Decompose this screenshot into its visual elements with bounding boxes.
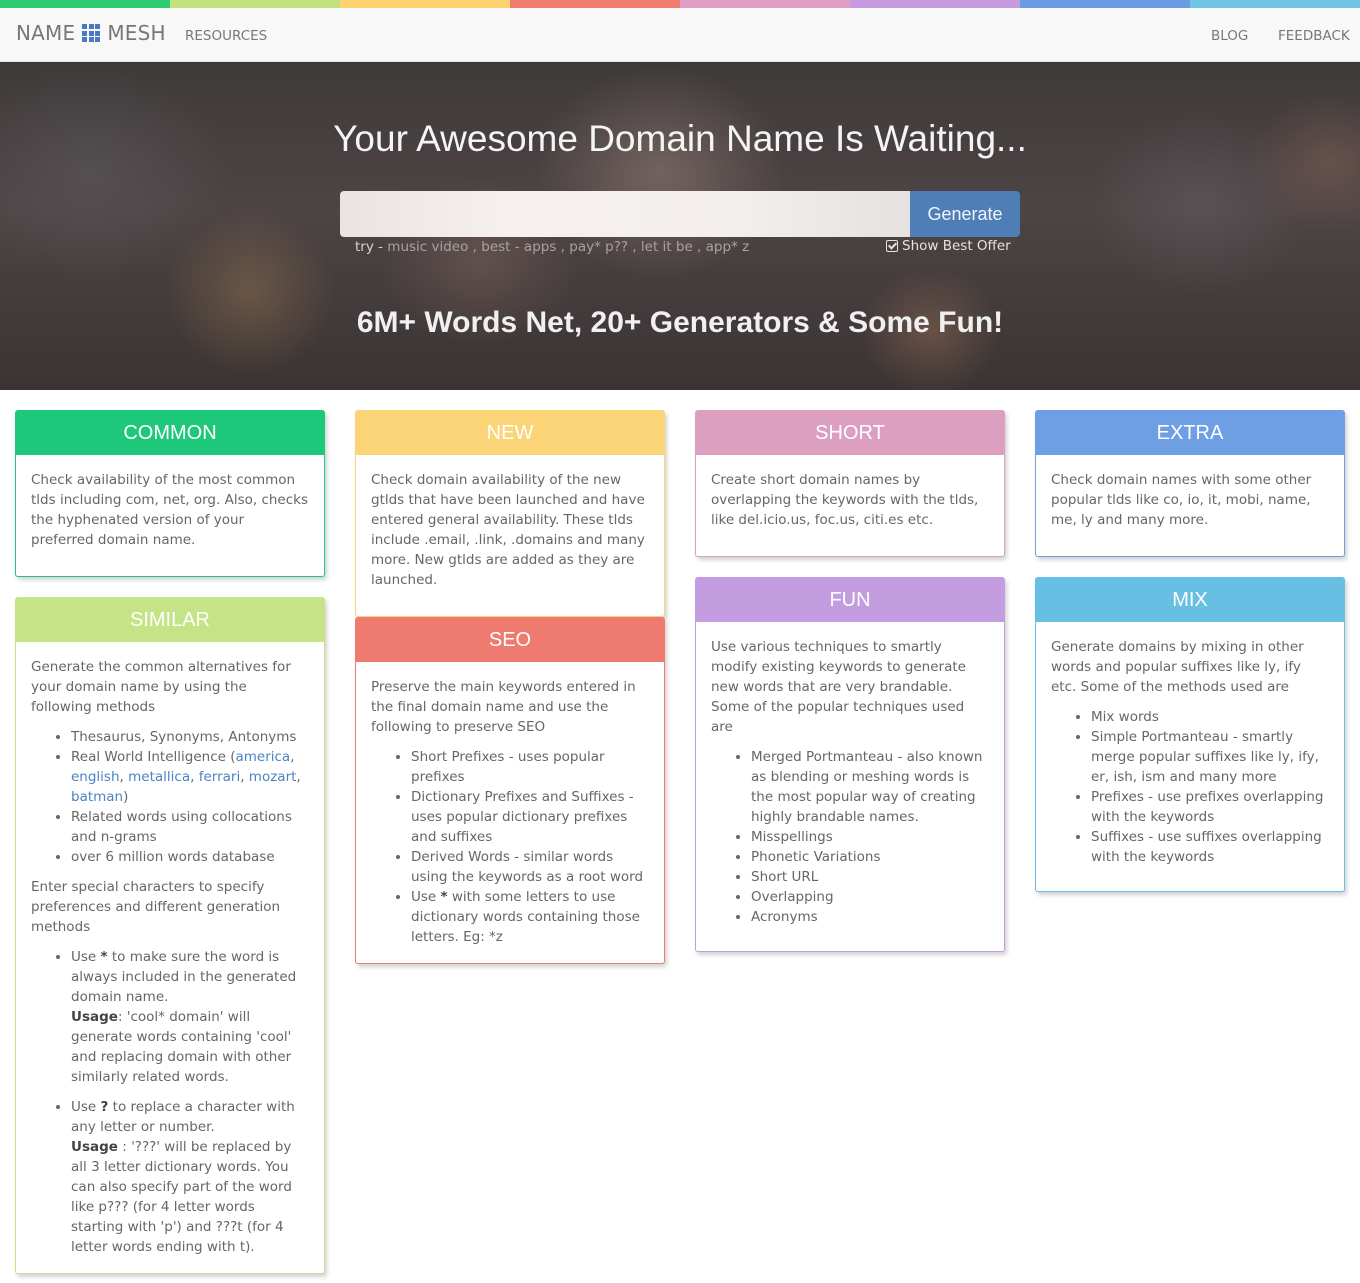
example-link-ferrari[interactable]: ferrari	[199, 769, 241, 785]
list-item: Short Prefixes - uses popular prefixes	[411, 747, 648, 787]
strip-segment	[510, 0, 680, 8]
card-common-title[interactable]: COMMON	[16, 411, 324, 455]
try-examples: try - music video , best - apps , pay* p…	[355, 239, 750, 255]
list-item: Use * with some letters to use dictionar…	[411, 887, 648, 947]
nav-link-resources[interactable]: RESOURCES	[185, 28, 267, 44]
nav-link-blog[interactable]: BLOG	[1211, 28, 1248, 44]
list-item: Overlapping	[751, 887, 988, 907]
list-item: Use * to make sure the word is always in…	[71, 947, 308, 1087]
card-new-title[interactable]: NEW	[356, 411, 664, 455]
try-example-link[interactable]: pay* p??	[569, 239, 628, 255]
card-extra-title[interactable]: EXTRA	[1036, 411, 1344, 455]
example-link-metallica[interactable]: metallica	[128, 769, 190, 785]
list-item: Simple Portmanteau - smartly merge popul…	[1091, 727, 1328, 787]
list-item: over 6 million words database	[71, 847, 308, 867]
strip-segment	[0, 0, 170, 8]
card-similar-list: Thesaurus, Synonyms, Antonyms Real World…	[31, 727, 308, 867]
grid-icon	[82, 24, 101, 42]
list-item: Prefixes - use prefixes overlapping with…	[1091, 787, 1328, 827]
card-mix-title[interactable]: MIX	[1036, 578, 1344, 622]
card-seo-intro: Preserve the main keywords entered in th…	[371, 679, 636, 735]
card-fun-title[interactable]: FUN	[696, 578, 1004, 622]
hero-title: Your Awesome Domain Name Is Waiting...	[333, 118, 1027, 159]
brand-logo[interactable]: NAME MESH	[16, 21, 166, 45]
show-best-offer-toggle[interactable]: Show Best Offer	[886, 238, 1011, 254]
list-item: Use ? to replace a character with any le…	[71, 1097, 308, 1257]
generate-button[interactable]: Generate	[910, 191, 1020, 237]
try-label: try -	[355, 239, 388, 255]
card-extra-text: Check domain names with some other popul…	[1051, 472, 1312, 528]
navbar: NAME MESH RESOURCES BLOG FEEDBACK	[0, 8, 1360, 62]
show-best-offer-label: Show Best Offer	[902, 238, 1011, 254]
card-seo: SEO Preserve the main keywords entered i…	[355, 617, 665, 964]
list-item: Related words using collocations and n-g…	[71, 807, 308, 847]
strip-segment	[1190, 0, 1360, 8]
strip-segment	[170, 0, 340, 8]
list-item: Dictionary Prefixes and Suffixes - uses …	[411, 787, 648, 847]
card-fun-list: Merged Portmanteau - also known as blend…	[711, 747, 988, 927]
card-extra: EXTRA Check domain names with some other…	[1035, 410, 1345, 557]
list-item: Thesaurus, Synonyms, Antonyms	[71, 727, 308, 747]
list-item: Derived Words - similar words using the …	[411, 847, 648, 887]
list-item: Mix words	[1091, 707, 1328, 727]
card-new-text: Check domain availability of the new gtl…	[371, 472, 645, 588]
card-new: NEW Check domain availability of the new…	[355, 410, 665, 617]
card-short: SHORT Create short domain names by overl…	[695, 410, 1005, 557]
card-similar-intro: Generate the common alternatives for you…	[31, 659, 291, 715]
card-seo-list: Short Prefixes - uses popular prefixes D…	[371, 747, 648, 947]
card-fun: FUN Use various techniques to smartly mo…	[695, 577, 1005, 952]
list-item: Suffixes - use suffixes overlapping with…	[1091, 827, 1328, 867]
color-strip	[0, 0, 1360, 8]
list-item: Misspellings	[751, 827, 988, 847]
try-example-link[interactable]: music video	[387, 239, 468, 255]
card-mix-list: Mix words Simple Portmanteau - smartly m…	[1051, 707, 1328, 867]
card-similar: SIMILAR Generate the common alternatives…	[15, 597, 325, 1274]
strip-segment	[340, 0, 510, 8]
example-link-english[interactable]: english	[71, 769, 120, 785]
card-common-text: Check availability of the most common tl…	[31, 472, 309, 548]
try-example-link[interactable]: let it be	[641, 239, 693, 255]
domain-search-input[interactable]	[340, 191, 910, 237]
try-example-link[interactable]: best - apps	[481, 239, 556, 255]
try-example-link[interactable]: app* z	[706, 239, 750, 255]
list-item: Real World Intelligence (america, englis…	[71, 747, 308, 807]
example-link-america[interactable]: america	[235, 749, 290, 765]
hero-subtitle: 6M+ Words Net, 20+ Generators & Some Fun…	[356, 306, 1004, 339]
card-similar-special-list: Use * to make sure the word is always in…	[31, 947, 308, 1257]
strip-segment	[1020, 0, 1190, 8]
list-item: Merged Portmanteau - also known as blend…	[751, 747, 988, 827]
list-item: Phonetic Variations	[751, 847, 988, 867]
nav-link-feedback[interactable]: FEEDBACK	[1278, 28, 1350, 44]
strip-segment	[850, 0, 1020, 8]
search-bar: Generate	[340, 191, 1020, 237]
card-mix-intro: Generate domains by mixing in other word…	[1051, 639, 1304, 695]
card-similar-special-intro: Enter special characters to specify pref…	[31, 879, 281, 935]
brand-name-left: NAME	[16, 21, 76, 45]
card-fun-intro: Use various techniques to smartly modify…	[711, 639, 966, 735]
example-link-batman[interactable]: batman	[71, 789, 123, 805]
card-common: COMMON Check availability of the most co…	[15, 410, 325, 577]
card-seo-title[interactable]: SEO	[356, 618, 664, 662]
card-similar-title[interactable]: SIMILAR	[16, 598, 324, 642]
brand-name-right: MESH	[107, 21, 166, 45]
example-link-mozart[interactable]: mozart	[249, 769, 297, 785]
card-short-title[interactable]: SHORT	[696, 411, 1004, 455]
strip-segment	[680, 0, 850, 8]
list-item: Acronyms	[751, 907, 988, 927]
hero-section: Your Awesome Domain Name Is Waiting... G…	[0, 62, 1360, 390]
card-mix: MIX Generate domains by mixing in other …	[1035, 577, 1345, 892]
checkbox-checked-icon[interactable]	[886, 240, 898, 252]
card-short-text: Create short domain names by overlapping…	[711, 472, 979, 528]
list-item: Short URL	[751, 867, 988, 887]
